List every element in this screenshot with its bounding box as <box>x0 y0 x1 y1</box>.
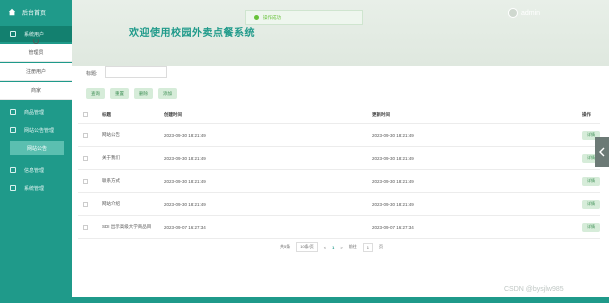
header-banner: 操作成功 欢迎使用校园外卖点餐系统 admin <box>72 0 609 66</box>
cell-created: 2023-09-30 18:21:49 <box>164 132 206 138</box>
cell-title: 网站公告 <box>102 132 120 137</box>
action-cell: 详情 <box>582 216 600 238</box>
bell-icon <box>10 127 16 133</box>
sidebar-subitem-register-users[interactable]: 注册用户 <box>0 63 72 81</box>
avatar <box>508 8 518 18</box>
sidebar-item-label: 信息管理 <box>24 167 45 174</box>
column-header-updated[interactable]: 更新时间 <box>372 106 390 123</box>
pagination: 共5条 10条/页 < 1 > 前往 1 页 <box>280 242 389 252</box>
pagination-total: 共5条 <box>280 244 291 249</box>
column-header-action: 操作 <box>582 111 591 117</box>
watermark: CSDN @bysjlw985 <box>504 286 564 293</box>
sidebar-subitem-label: 注册用户 <box>25 69 46 75</box>
cell-title: 网站介绍 <box>102 201 120 206</box>
sidebar-item-system[interactable]: 系统管理 <box>0 180 72 196</box>
goto-label: 前往 <box>348 244 357 249</box>
page-number[interactable]: 1 <box>332 245 334 250</box>
sidebar-subitem-label: 网站公告 <box>26 145 47 152</box>
page-unit-label: 页 <box>378 244 383 249</box>
row-checkbox[interactable] <box>83 132 88 138</box>
checkbox-cell <box>83 124 88 146</box>
goto-page-input[interactable]: 1 <box>362 242 373 252</box>
success-toast: 操作成功 <box>245 10 363 25</box>
gear-icon <box>10 185 16 191</box>
reset-button[interactable]: 重置 <box>110 88 129 99</box>
cell-title: 联系方式 <box>102 178 120 183</box>
row-checkbox[interactable] <box>83 155 88 161</box>
home-icon <box>8 8 16 16</box>
checkbox-cell <box>83 193 88 215</box>
delete-button[interactable]: 删除 <box>134 88 153 99</box>
table-row: 关于我们 2023-09-30 18:21:49 2023-09-30 18:2… <box>78 147 600 170</box>
cell-created: 2023-09-30 18:21:49 <box>164 155 206 161</box>
next-page-button[interactable]: > <box>340 245 342 250</box>
app-root: 后台首页 系统用户 管理员 注册用户 商家 商品管理 网站公告管理 网站公告 信… <box>0 0 609 303</box>
sidebar-subitem-admins[interactable]: 管理员 <box>0 44 72 62</box>
cell-updated: 2023-09-30 18:21:49 <box>372 132 414 138</box>
sidebar-home[interactable]: 后台首页 <box>0 0 72 24</box>
sidebar-item-label: 商品管理 <box>24 109 45 116</box>
row-checkbox[interactable] <box>83 201 88 207</box>
row-checkbox[interactable] <box>83 224 88 230</box>
cell-updated: 2023-09-30 18:21:49 <box>372 178 414 184</box>
action-cell: 详情 <box>582 193 600 215</box>
page-title: 欢迎使用校园外卖点餐系统 <box>129 28 255 39</box>
column-header-title[interactable]: 标题 <box>102 106 111 123</box>
cell-created: 2023-09-30 18:21:49 <box>164 178 206 184</box>
header-checkbox-cell <box>83 106 88 123</box>
toast-message: 操作成功 <box>263 14 281 20</box>
data-table: 标题 创建时间 更新时间 操作 网站公告 2023-09-30 18:21:49… <box>78 106 600 239</box>
sidebar-item-products[interactable]: 商品管理 <box>0 104 72 120</box>
sidebar-item-label: 网站公告管理 <box>24 127 55 134</box>
box-icon <box>10 109 16 115</box>
column-header-created[interactable]: 创建时间 <box>164 106 182 123</box>
prev-page-button[interactable]: < <box>324 245 326 250</box>
table-row: SDI 出示高级大学商品目 2023-09-07 16:27:34 2023-0… <box>78 216 600 239</box>
collapse-arrow-button[interactable] <box>595 137 609 167</box>
sidebar-subitem-announcement[interactable]: 网站公告 <box>10 141 64 155</box>
checkbox-cell <box>83 216 88 238</box>
page-size-select[interactable]: 10条/页 <box>296 242 318 252</box>
add-button[interactable]: 添加 <box>158 88 177 99</box>
sidebar-subitem-merchants[interactable]: 商家 <box>0 82 72 100</box>
table-row: 网站介绍 2023-09-30 18:21:49 2023-09-30 18:2… <box>78 193 600 216</box>
success-icon <box>254 15 259 20</box>
sidebar-subitem-label: 商家 <box>30 88 41 94</box>
info-icon <box>10 167 16 173</box>
cell-created: 2023-09-07 16:27:34 <box>164 224 206 230</box>
bottom-bar <box>0 297 609 303</box>
username: admin <box>521 9 541 17</box>
checkbox-cell <box>83 170 88 192</box>
table-row: 联系方式 2023-09-30 18:21:49 2023-09-30 18:2… <box>78 170 600 193</box>
detail-button[interactable]: 详情 <box>582 176 600 186</box>
search-button[interactable]: 查询 <box>86 88 105 99</box>
sidebar-home-label: 后台首页 <box>22 10 47 17</box>
chevron-left-icon <box>599 147 605 157</box>
detail-button[interactable]: 详情 <box>582 199 600 209</box>
checkbox-cell <box>83 147 88 169</box>
title-search-input[interactable] <box>105 66 167 78</box>
sidebar-item-label: 系统用户 <box>24 31 45 38</box>
main-content: 标题: 查询 重置 删除 添加 标题 创建时间 更新时间 操作 网站公告 202… <box>72 66 609 297</box>
sidebar-item-label: 系统管理 <box>24 185 45 192</box>
cell-created: 2023-09-30 18:21:49 <box>164 201 206 207</box>
table-header-row: 标题 创建时间 更新时间 操作 <box>78 106 600 124</box>
cell-updated: 2023-09-30 18:21:49 <box>372 155 414 161</box>
cell-title: 关于我们 <box>102 155 120 160</box>
table-row: 网站公告 2023-09-30 18:21:49 2023-09-30 18:2… <box>78 124 600 147</box>
user-menu[interactable]: admin <box>508 8 540 18</box>
cell-updated: 2023-09-07 16:27:34 <box>372 224 414 230</box>
sidebar-subitem-label: 管理员 <box>28 50 44 56</box>
action-cell: 详情 <box>582 170 600 192</box>
search-label: 标题: <box>86 71 98 77</box>
cell-title: SDI 出示高级大学商品目 <box>102 224 152 229</box>
cell-updated: 2023-09-30 18:21:49 <box>372 201 414 207</box>
detail-button[interactable]: 详情 <box>582 222 600 232</box>
users-icon <box>10 31 16 37</box>
row-checkbox[interactable] <box>83 178 88 184</box>
sidebar-item-info[interactable]: 信息管理 <box>0 162 72 178</box>
select-all-checkbox[interactable] <box>83 112 88 117</box>
sidebar-item-announcements[interactable]: 网站公告管理 <box>0 122 72 138</box>
sidebar: 后台首页 系统用户 管理员 注册用户 商家 商品管理 网站公告管理 网站公告 信… <box>0 0 72 297</box>
